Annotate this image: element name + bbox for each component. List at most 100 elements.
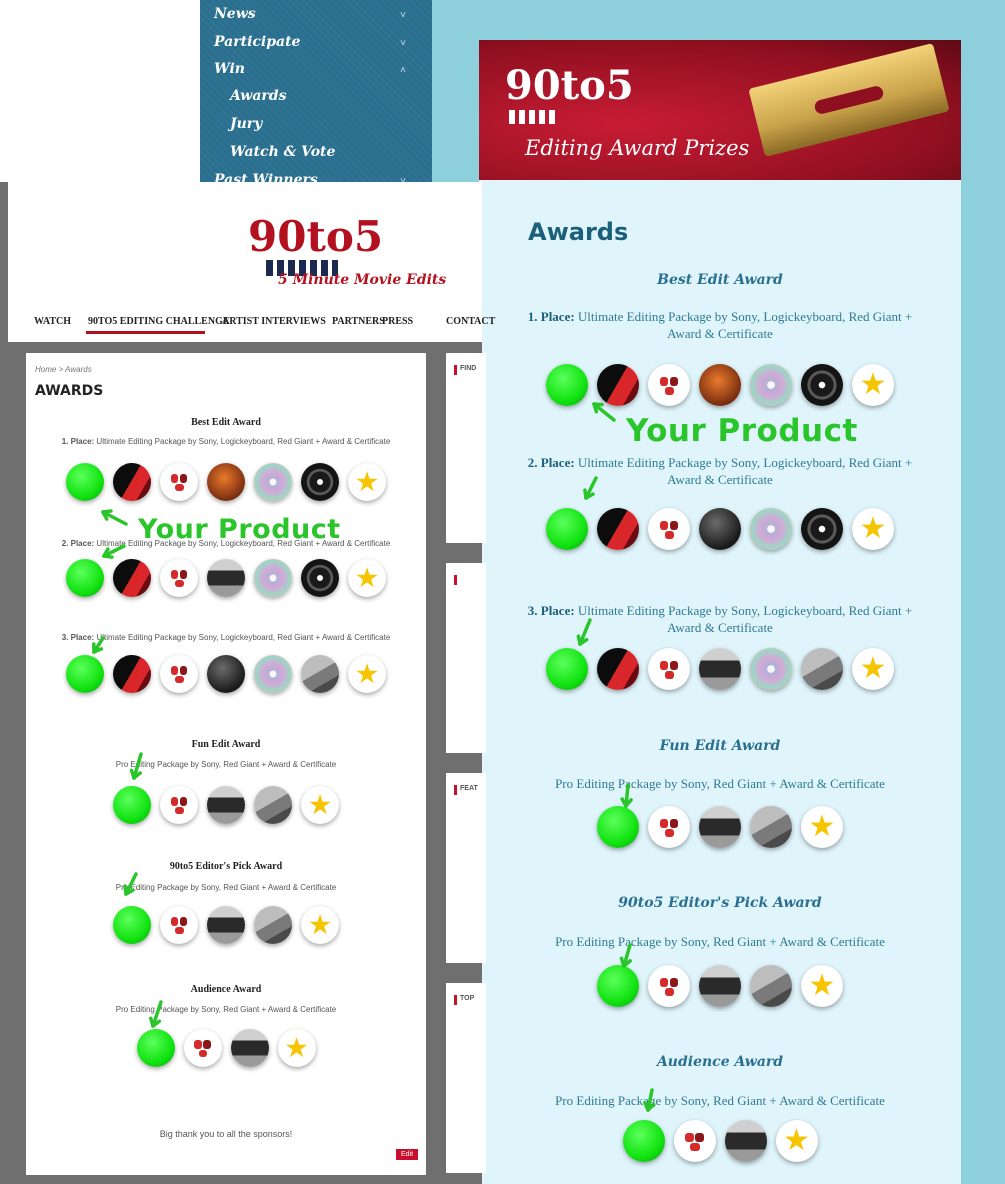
play-icon-part: [669, 818, 679, 828]
star-icon[interactable]: ★: [301, 786, 339, 824]
star-icon[interactable]: ★: [301, 906, 339, 944]
sony-icon[interactable]: [597, 648, 639, 690]
red-giant-icon[interactable]: [207, 786, 245, 824]
video-play-icon[interactable]: [673, 1120, 716, 1162]
sponsor-logo-icon[interactable]: [207, 463, 245, 501]
red-giant-icon[interactable]: [699, 965, 741, 1007]
red-giant-icon[interactable]: [230, 1029, 269, 1067]
your-product-circle[interactable]: [136, 1029, 175, 1067]
video-play-icon[interactable]: [183, 1029, 222, 1067]
star-icon[interactable]: ★: [775, 1120, 818, 1162]
star-icon[interactable]: ★: [801, 806, 843, 848]
nav-item[interactable]: ARTIST INTERVIEWS: [222, 316, 326, 327]
sponsor-disc-icon[interactable]: [750, 648, 792, 690]
video-play-icon[interactable]: [160, 655, 198, 693]
logickeyboard-icon[interactable]: [301, 463, 339, 501]
award-title: Audience Award: [190, 984, 262, 995]
sony-icon[interactable]: [113, 655, 151, 693]
your-product-circle[interactable]: [546, 648, 588, 690]
your-product-circle[interactable]: [546, 364, 588, 406]
red-giant-icon[interactable]: [699, 648, 741, 690]
menu-item[interactable]: Jury: [230, 116, 262, 132]
star-icon[interactable]: ★: [348, 559, 386, 597]
sony-icon[interactable]: [113, 559, 151, 597]
star-icon[interactable]: ★: [277, 1029, 316, 1067]
sponsor-logo-icon[interactable]: [750, 806, 792, 848]
site-logo[interactable]: 90to5: [248, 212, 383, 261]
star-icon[interactable]: ★: [852, 508, 894, 550]
red-giant-icon[interactable]: [699, 806, 741, 848]
sponsor-disc-icon[interactable]: [254, 559, 292, 597]
menu-item[interactable]: Watch & Vote: [230, 144, 335, 160]
video-play-icon[interactable]: [648, 364, 690, 406]
video-play-icon[interactable]: [648, 965, 690, 1007]
video-play-icon[interactable]: [160, 786, 198, 824]
nav-item[interactable]: CONTACT: [446, 316, 495, 327]
sponsor-disc-icon[interactable]: [254, 463, 292, 501]
star-icon[interactable]: ★: [852, 648, 894, 690]
your-product-circle[interactable]: [546, 508, 588, 550]
star-icon[interactable]: ★: [348, 463, 386, 501]
chevron-down-icon[interactable]: ˅: [400, 10, 406, 21]
sponsor-logo-icon[interactable]: [801, 648, 843, 690]
star-icon[interactable]: ★: [348, 655, 386, 693]
menu-item[interactable]: News: [214, 6, 256, 22]
sony-icon[interactable]: [113, 463, 151, 501]
award-description: Pro Editing Package by Sony, Red Giant +…: [115, 883, 337, 892]
edit-button[interactable]: Edit: [396, 1149, 419, 1160]
your-product-circle[interactable]: [66, 463, 104, 501]
sponsor-disc-icon[interactable]: [750, 508, 792, 550]
video-play-icon[interactable]: [160, 559, 198, 597]
red-giant-icon[interactable]: [207, 559, 245, 597]
video-play-icon[interactable]: [648, 648, 690, 690]
sponsor-logo-icon[interactable]: [254, 906, 292, 944]
your-product-circle[interactable]: [113, 906, 151, 944]
widget-marker: [454, 995, 457, 1005]
your-product-circle[interactable]: [66, 655, 104, 693]
menu-item[interactable]: Awards: [230, 88, 286, 104]
sponsor-logo-icon[interactable]: [254, 786, 292, 824]
nav-item[interactable]: PARTNERS: [332, 316, 385, 327]
star-icon[interactable]: ★: [801, 965, 843, 1007]
logickeyboard-icon[interactable]: [301, 559, 339, 597]
sony-icon[interactable]: [597, 364, 639, 406]
banner-logo: 90to5: [505, 62, 634, 109]
nav-item[interactable]: WATCH: [34, 316, 71, 327]
your-product-circle[interactable]: [622, 1120, 665, 1162]
sony-icon[interactable]: [597, 508, 639, 550]
logickeyboard-icon[interactable]: [801, 508, 843, 550]
red-giant-icon[interactable]: [207, 906, 245, 944]
star-icon[interactable]: ★: [852, 364, 894, 406]
award-title: Best Edit Award: [657, 272, 783, 288]
nav-item[interactable]: 90TO5 EDITING CHALLENGE: [88, 316, 230, 327]
award-description: Pro Editing Package by Sony, Red Giant +…: [115, 1005, 337, 1014]
your-product-circle[interactable]: [597, 965, 639, 1007]
chevron-down-icon[interactable]: ˅: [400, 38, 406, 49]
sponsor-logo-icon[interactable]: [699, 508, 741, 550]
video-play-icon[interactable]: [160, 463, 198, 501]
sponsor-disc-icon[interactable]: [254, 655, 292, 693]
your-product-circle[interactable]: [113, 786, 151, 824]
play-icon-part: [659, 520, 669, 530]
menu-item[interactable]: Participate: [214, 34, 300, 50]
breadcrumb[interactable]: Home > Awards: [35, 365, 92, 374]
sponsor-logo-icon[interactable]: [699, 364, 741, 406]
chevron-up-icon[interactable]: ˄: [400, 65, 406, 76]
your-product-circle[interactable]: [597, 806, 639, 848]
play-icon-part: [203, 1040, 211, 1049]
video-play-icon[interactable]: [160, 906, 198, 944]
sponsor-logo-icon[interactable]: [301, 655, 339, 693]
logickeyboard-icon[interactable]: [801, 364, 843, 406]
sponsor-logo-icon[interactable]: [750, 965, 792, 1007]
sponsor-logo-icon[interactable]: [207, 655, 245, 693]
video-play-icon[interactable]: [648, 508, 690, 550]
red-giant-icon[interactable]: [724, 1120, 767, 1162]
star-glyph: ★: [782, 1124, 811, 1157]
your-product-circle[interactable]: [66, 559, 104, 597]
video-play-icon[interactable]: [648, 806, 690, 848]
nav-item[interactable]: PRESS: [382, 316, 413, 327]
play-icon-part: [170, 917, 179, 926]
menu-item[interactable]: Win: [214, 61, 245, 77]
sponsor-disc-icon[interactable]: [750, 364, 792, 406]
desktop-sidebar: FINDFEATTOPSUBS: [446, 353, 486, 1183]
